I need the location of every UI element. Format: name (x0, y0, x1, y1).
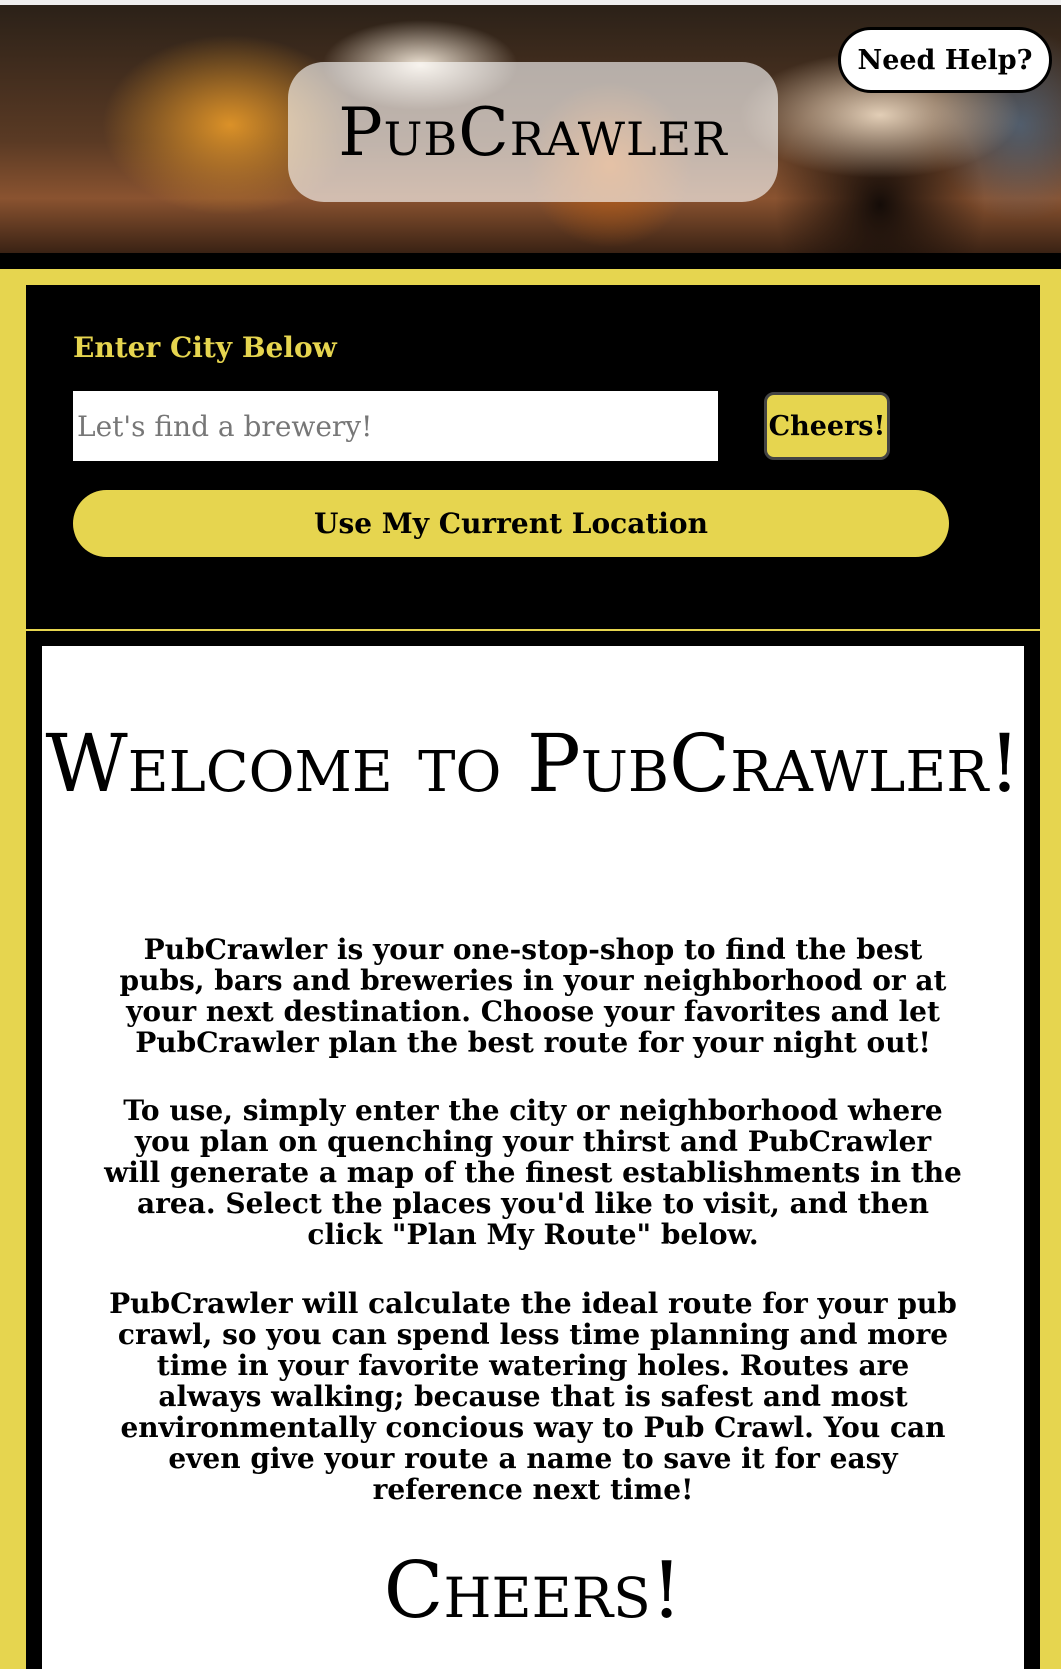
app-title: PubCrawler (338, 93, 728, 171)
cheers-heading: Cheers! (383, 1546, 683, 1636)
need-help-button[interactable]: Need Help? (838, 27, 1052, 93)
intro-paragraph: PubCrawler is your one-stop-shop to find… (119, 933, 947, 1059)
title-plate: PubCrawler (288, 62, 778, 202)
cheers-submit-button[interactable]: Cheers! (764, 392, 890, 460)
hero-divider (0, 253, 1061, 269)
search-panel: Enter City Below Cheers! Use My Current … (26, 285, 1040, 629)
route-info-paragraph: PubCrawler will calculate the ideal rout… (109, 1287, 957, 1506)
hero-banner-image: PubCrawler Need Help? (0, 5, 1061, 253)
city-search-input[interactable] (73, 391, 718, 461)
use-current-location-button[interactable]: Use My Current Location (73, 490, 949, 557)
welcome-card: Welcome to PubCrawler! PubCrawler is you… (42, 646, 1024, 1669)
page: PubCrawler Need Help? Enter City Below C… (0, 0, 1061, 1669)
welcome-frame: Welcome to PubCrawler! PubCrawler is you… (26, 631, 1040, 1669)
instructions-paragraph: To use, simply enter the city or neighbo… (104, 1094, 962, 1251)
welcome-heading: Welcome to PubCrawler! (45, 717, 1021, 810)
city-label: Enter City Below (73, 331, 337, 364)
